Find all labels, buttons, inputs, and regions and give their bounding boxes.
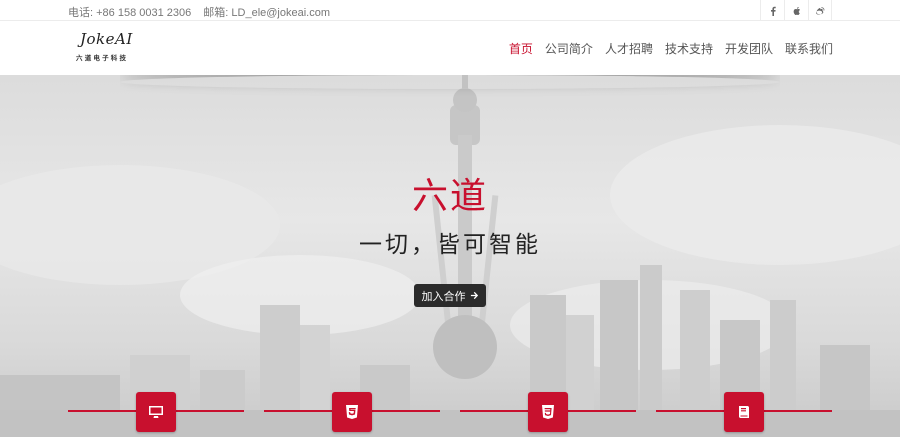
phone-text: 电话: +86 158 0031 2306 [68,7,192,19]
logo-wordmark: JokeAI [80,30,133,48]
header-shadow [120,75,780,89]
feature-item [68,392,244,437]
nav-item-about[interactable]: 公司简介 [545,40,593,57]
logo-subtitle: 六道电子科技 [76,55,129,62]
css3-icon [542,405,554,419]
nav-item-home[interactable]: 首页 [509,40,533,57]
feature-strip [0,392,900,437]
apple-icon[interactable] [784,0,808,21]
top-contact-bar: 电话: +86 158 0031 2306 邮箱: LD_ele@jokeai.… [0,0,900,21]
feature-icon-box[interactable] [136,392,176,432]
social-links [760,0,832,21]
hero-subtitle: 一切，皆可智能 [359,232,541,258]
main-nav: 首页 公司简介 人才招聘 技术支持 开发团队 联系我们 [509,40,833,57]
hero-title: 六道 [411,176,488,217]
feature-item [264,392,440,437]
feature-icon-box[interactable] [724,392,764,432]
join-button-label: 加入合作 [421,290,466,303]
html5-icon [346,405,358,419]
contact-info: 电话: +86 158 0031 2306 邮箱: LD_ele@jokeai.… [68,4,339,20]
logo[interactable]: JokeAI 六道电子科技 [76,30,146,66]
nav-item-careers[interactable]: 人才招聘 [605,40,653,57]
feature-icon-box[interactable] [332,392,372,432]
feature-icon-box[interactable] [528,392,568,432]
monitor-icon [149,406,163,418]
book-icon [739,406,749,418]
feature-item [656,392,832,437]
facebook-icon[interactable] [760,0,784,21]
nav-item-contact[interactable]: 联系我们 [785,40,833,57]
hero-banner: 六道 一切，皆可智能 加入合作 [0,75,900,437]
feature-item [460,392,636,437]
nav-item-support[interactable]: 技术支持 [665,40,713,57]
nav-item-team[interactable]: 开发团队 [725,40,773,57]
arrow-right-icon [470,291,478,300]
weibo-icon[interactable] [808,0,832,21]
site-header: JokeAI 六道电子科技 首页 公司简介 人才招聘 技术支持 开发团队 联系我… [0,21,900,75]
email-text[interactable]: 邮箱: LD_ele@jokeai.com [203,7,330,19]
join-button[interactable]: 加入合作 [414,284,486,307]
